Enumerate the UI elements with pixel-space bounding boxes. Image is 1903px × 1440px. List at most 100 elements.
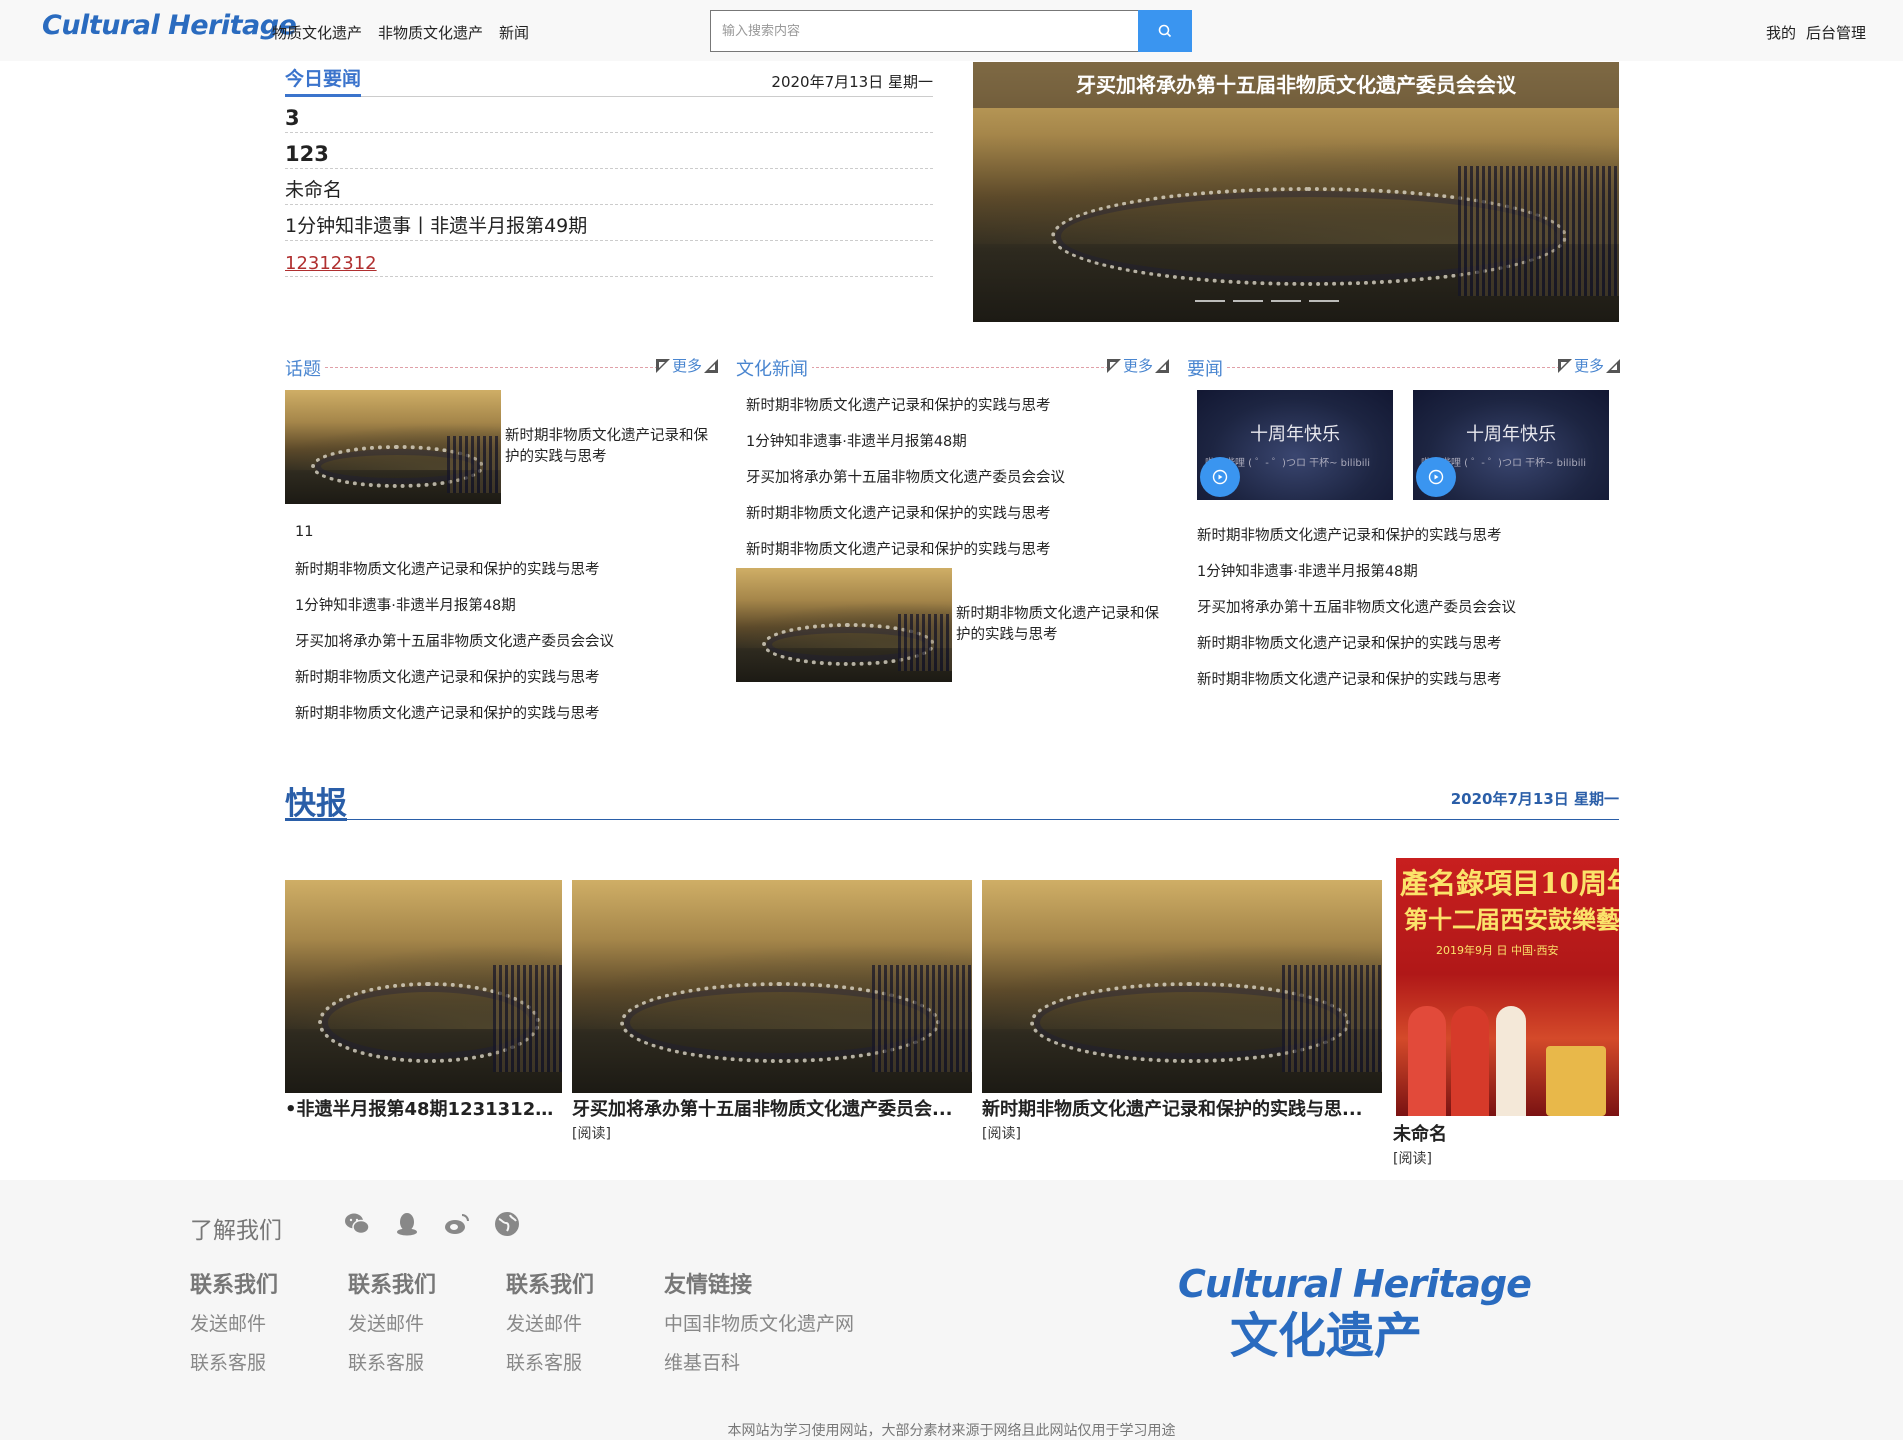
today-news: 今日要闻 2020年7月13日 星期一 3 123 未命名 1分钟知非遗事丨非遗… <box>285 62 933 277</box>
list-item[interactable]: 新时期非物质文化遗产记录和保护的实践与思考 <box>285 658 718 694</box>
card-image[interactable] <box>982 880 1382 1093</box>
read-link[interactable]: [阅读] <box>572 1123 972 1143</box>
list-item[interactable]: 新时期非物质文化遗产记录和保护的实践与思考 <box>1187 624 1620 660</box>
section-header: 要闻 更多 <box>1187 352 1620 382</box>
footer-columns: 联系我们 发送邮件 联系客服 联系我们 发送邮件 联系客服 联系我们 发送邮件 … <box>190 1267 924 1387</box>
footer-link[interactable]: 联系客服 <box>190 1348 278 1375</box>
feature-article[interactable]: 新时期非物质文化遗产记录和保护的实践与思考 <box>285 390 718 504</box>
footer-column: 联系我们 发送邮件 联系客服 <box>190 1267 278 1387</box>
brand-logo[interactable]: Cultural Heritage <box>42 10 297 41</box>
read-link[interactable]: [阅读] <box>1393 1148 1447 1168</box>
nav-news[interactable]: 新闻 <box>499 22 529 43</box>
list-item[interactable]: 12312312 <box>285 241 933 277</box>
feature-image[interactable] <box>736 568 952 682</box>
list-item[interactable]: 牙买加将承办第十五届非物质文化遗产委员会会议 <box>285 622 718 658</box>
list-item[interactable]: 11 <box>285 514 718 550</box>
news-title[interactable]: 12312312 <box>285 253 377 274</box>
globe-icon[interactable] <box>493 1210 521 1238</box>
card-title[interactable]: •非遗半月报第48期12313123... <box>285 1095 562 1121</box>
nav-intangible-heritage[interactable]: 非物质文化遗产 <box>378 22 483 43</box>
weibo-icon[interactable] <box>443 1210 471 1238</box>
footer: 了解我们 联系我们 发送邮件 联系客服 联系我们 发送邮件 联系客服 联系我们 … <box>0 1180 1903 1440</box>
more-label[interactable]: 更多 <box>672 355 702 376</box>
video-thumbnail[interactable]: 十周年快乐 哔哩哔哩 ( ゜- ゜)つロ 干杯~ bilibili <box>1413 390 1609 500</box>
today-news-list: 3 123 未命名 1分钟知非遗事丨非遗半月报第49期 12312312 <box>285 97 933 277</box>
flash-card[interactable]: •非遗半月报第48期12313123... <box>285 880 562 1121</box>
flash-card[interactable]: 新时期非物质文化遗产记录和保护的实践与思... [阅读] <box>982 880 1382 1143</box>
footer-link[interactable]: 发送邮件 <box>348 1309 436 1336</box>
news-title[interactable]: 未命名 <box>285 175 342 202</box>
more-link[interactable]: 更多 <box>655 355 718 376</box>
corner-ornament-icon <box>704 358 718 373</box>
feature-article[interactable]: 新时期非物质文化遗产记录和保护的实践与思考 <box>736 568 1169 682</box>
admin-link[interactable]: 后台管理 <box>1806 22 1866 43</box>
read-link[interactable]: [阅读] <box>982 1123 1382 1143</box>
footer-link[interactable]: 联系客服 <box>348 1348 436 1375</box>
headline-carousel[interactable]: 牙买加将承办第十五届非物质文化遗产委员会会议 <box>973 62 1619 322</box>
list-item[interactable]: 1分钟知非遗事·非遗半月报第48期 <box>1187 552 1620 588</box>
footer-link[interactable]: 发送邮件 <box>190 1309 278 1336</box>
footer-column: 联系我们 发送邮件 联系客服 <box>348 1267 436 1387</box>
card-title[interactable]: 新时期非物质文化遗产记录和保护的实践与思... <box>982 1095 1382 1121</box>
more-link[interactable]: 更多 <box>1557 355 1620 376</box>
list-item[interactable]: 新时期非物质文化遗产记录和保护的实践与思考 <box>736 386 1169 422</box>
list-item[interactable]: 牙买加将承办第十五届非物质文化遗产委员会会议 <box>736 458 1169 494</box>
list-item[interactable]: 新时期非物质文化遗产记录和保护的实践与思考 <box>736 530 1169 566</box>
list-item[interactable]: 3 <box>285 97 933 133</box>
list-item[interactable]: 新时期非物质文化遗产记录和保护的实践与思考 <box>1187 660 1620 696</box>
footer-link[interactable]: 中国非物质文化遗产网 <box>664 1309 854 1336</box>
list-item[interactable]: 1分钟知非遗事·非遗半月报第48期 <box>736 422 1169 458</box>
carousel-dot[interactable] <box>1309 300 1339 302</box>
flash-card[interactable]: 牙买加将承办第十五届非物质文化遗产委员会... [阅读] <box>572 880 972 1143</box>
feature-image[interactable] <box>285 390 501 504</box>
more-label[interactable]: 更多 <box>1574 355 1604 376</box>
card-image[interactable] <box>572 880 972 1093</box>
card-image[interactable] <box>285 880 562 1093</box>
wechat-icon[interactable] <box>343 1210 371 1238</box>
list-item[interactable]: 新时期非物质文化遗产记录和保护的实践与思考 <box>736 494 1169 530</box>
footer-link[interactable]: 发送邮件 <box>506 1309 594 1336</box>
card-title[interactable]: 未命名 <box>1393 1120 1447 1146</box>
card-image[interactable]: 產名錄項目10周年 第十二届西安鼓樂藝 2019年9月 日 中国·西安 <box>1396 858 1619 1116</box>
carousel-dot[interactable] <box>1233 300 1263 302</box>
search-input[interactable] <box>710 10 1138 52</box>
more-label[interactable]: 更多 <box>1123 355 1153 376</box>
flash-news-date: 2020年7月13日 星期一 <box>1450 790 1619 808</box>
feature-title[interactable]: 新时期非物质文化遗产记录和保护的实践与思考 <box>952 604 1169 646</box>
more-link[interactable]: 更多 <box>1106 355 1169 376</box>
list-item[interactable]: 新时期非物质文化遗产记录和保护的实践与思考 <box>1187 516 1620 552</box>
list-item[interactable]: 1分钟知非遗事·非遗半月报第48期 <box>285 586 718 622</box>
search-icon <box>1158 24 1172 38</box>
carousel-dot[interactable] <box>1271 300 1301 302</box>
list-item[interactable]: 未命名 <box>285 169 933 205</box>
flash-card[interactable]: 未命名 [阅读] <box>1393 1120 1447 1168</box>
list-item[interactable]: 牙买加将承办第十五届非物质文化遗产委员会会议 <box>1187 588 1620 624</box>
list-item[interactable]: 新时期非物质文化遗产记录和保护的实践与思考 <box>285 694 718 730</box>
list-item[interactable]: 新时期非物质文化遗产记录和保护的实践与思考 <box>285 550 718 586</box>
footer-link[interactable]: 维基百科 <box>664 1348 854 1375</box>
news-title[interactable]: 123 <box>285 142 329 166</box>
footer-link[interactable]: 联系客服 <box>506 1348 594 1375</box>
search-button[interactable] <box>1138 10 1192 52</box>
feature-title[interactable]: 新时期非物质文化遗产记录和保护的实践与思考 <box>501 426 718 468</box>
carousel-caption[interactable]: 牙买加将承办第十五届非物质文化遗产委员会会议 <box>973 62 1619 108</box>
nav-tangible-heritage[interactable]: 物质文化遗产 <box>272 22 362 43</box>
culture-news-section: 文化新闻 更多 新时期非物质文化遗产记录和保护的实践与思考 1分钟知非遗事·非遗… <box>736 352 1169 692</box>
my-account-link[interactable]: 我的 <box>1766 22 1796 43</box>
carousel-dot[interactable] <box>1195 300 1225 302</box>
list-item[interactable]: 123 <box>285 133 933 169</box>
news-title[interactable]: 1分钟知非遗事丨非遗半月报第49期 <box>285 211 587 238</box>
qq-icon[interactable] <box>393 1210 421 1238</box>
footer-logo: Cultural Heritage 文化遗产 <box>1178 1262 1532 1366</box>
play-button[interactable] <box>1200 457 1240 497</box>
card-title[interactable]: 牙买加将承办第十五届非物质文化遗产委员会... <box>572 1095 972 1121</box>
corner-ornament-icon <box>1606 358 1620 373</box>
culture-news-list: 新时期非物质文化遗产记录和保护的实践与思考 1分钟知非遗事·非遗半月报第48期 … <box>736 386 1169 566</box>
news-title[interactable]: 3 <box>285 106 300 130</box>
list-item[interactable]: 1分钟知非遗事丨非遗半月报第49期 <box>285 205 933 241</box>
play-button[interactable] <box>1416 457 1456 497</box>
corner-ornament-icon <box>1106 358 1121 373</box>
footer-column: 联系我们 发送邮件 联系客服 <box>506 1267 594 1387</box>
video-thumbnail[interactable]: 十周年快乐 哔哩哔哩 ( ゜- ゜)つロ 干杯~ bilibili <box>1197 390 1393 500</box>
section-title: 文化新闻 <box>736 355 812 381</box>
